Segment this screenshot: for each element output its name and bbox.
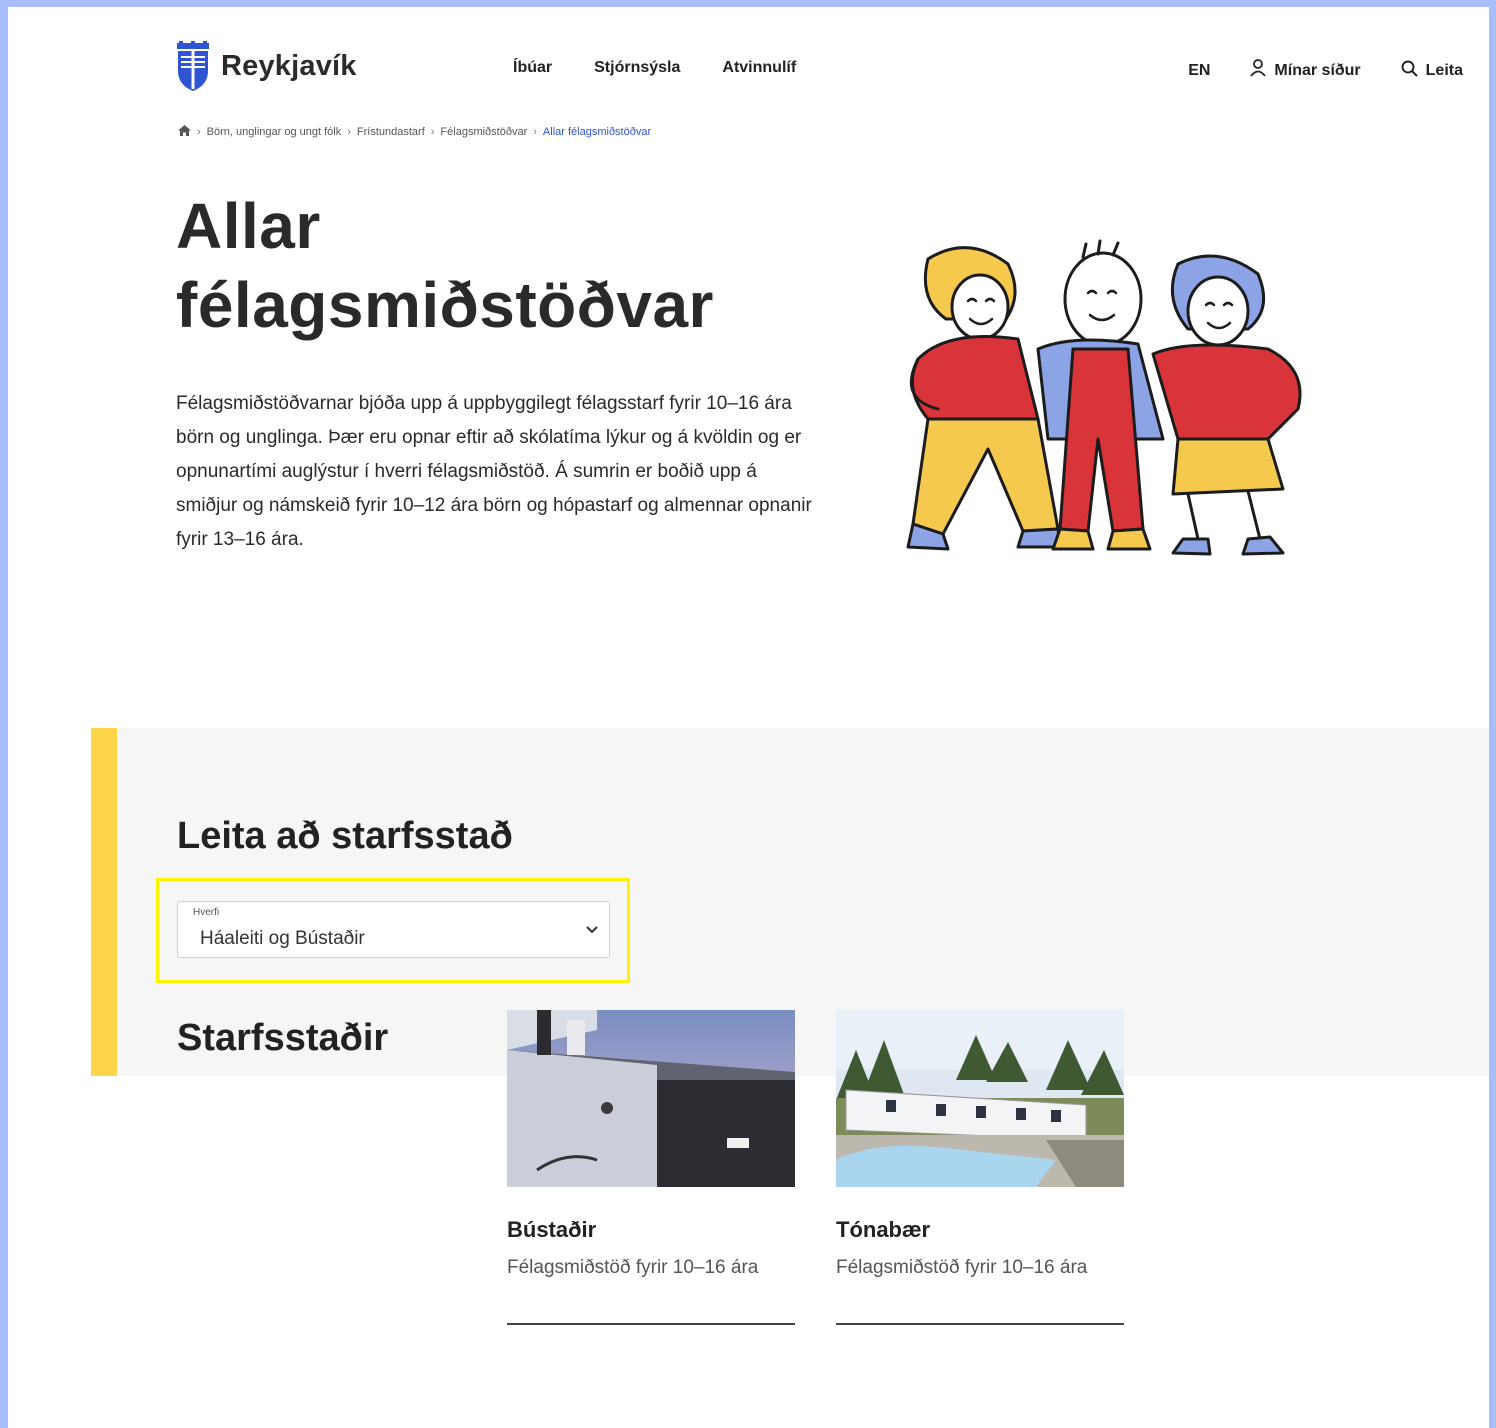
- intro-text: Félagsmiðstöðvarnar bjóða upp á uppbyggi…: [176, 393, 812, 550]
- site-logo[interactable]: Reykjavík: [175, 41, 357, 91]
- my-pages-label: Mínar síður: [1274, 61, 1361, 79]
- search-link[interactable]: Leita: [1401, 60, 1463, 82]
- breadcrumb-separator: ›: [347, 126, 351, 138]
- district-select-value: Háaleiti og Bústaðir: [200, 928, 365, 949]
- workplace-photo-tonabaer: [836, 1010, 1124, 1187]
- breadcrumb-separator: ›: [430, 126, 435, 138]
- nav-item-stjornsysla[interactable]: Stjórnsýsla: [594, 59, 680, 77]
- user-icon: [1250, 59, 1267, 82]
- card-divider: [507, 1323, 795, 1325]
- search-label: Leita: [1425, 61, 1463, 79]
- nav-item-ibuar[interactable]: Íbúar: [513, 59, 552, 77]
- workplace-desc: Félagsmiðstöð fyrir 10–16 ára: [836, 1257, 1088, 1278]
- language-toggle[interactable]: EN: [1188, 62, 1210, 80]
- utility-nav: EN Mínar síður Leita: [1188, 59, 1463, 82]
- workplaces-heading: Starfsstaðir: [177, 1017, 389, 1059]
- district-select-label: Hverfi: [193, 907, 220, 918]
- page: Reykjavík Íbúar Stjórnsýsla Atvinnulíf E…: [8, 7, 1489, 1428]
- nav-item-atvinnulif[interactable]: Atvinnulíf: [722, 59, 796, 77]
- workplace-desc: Félagsmiðstöð fyrir 10–16 ára: [507, 1257, 759, 1278]
- language-label: EN: [1188, 61, 1211, 79]
- workplace-name: Tónabær: [836, 1217, 931, 1242]
- breadcrumb-item[interactable]: Börn, unglingar og ungt fólk: [207, 126, 342, 138]
- breadcrumb-current: Allar félagsmiðstöðvar: [542, 126, 652, 138]
- search-heading: Leita að starfsstað: [177, 815, 513, 857]
- page-title: Allar félagsmiðstöðvar: [176, 190, 714, 341]
- my-pages-link[interactable]: Mínar síður: [1250, 59, 1361, 82]
- reykjavik-crest-icon: [175, 41, 211, 91]
- search-icon: [1401, 60, 1418, 82]
- breadcrumb-separator: ›: [533, 126, 537, 138]
- workplace-name: Bústaðir: [507, 1217, 597, 1242]
- district-select[interactable]: Hverfi Háaleiti og Bústaðir: [177, 901, 610, 958]
- breadcrumb-item[interactable]: Félagsmiðstöðvar: [440, 126, 527, 138]
- workplace-photo-bustadir: [507, 1010, 795, 1187]
- accent-bar: [91, 728, 117, 1076]
- home-icon[interactable]: [178, 125, 191, 139]
- breadcrumb-separator: ›: [197, 126, 201, 138]
- breadcrumb-item[interactable]: Frístundastarf: [357, 126, 425, 138]
- breadcrumb: › Börn, unglingar og ungt fólk › Frístun…: [178, 125, 651, 139]
- workplace-card-tonabaer[interactable]: Tónabær Félagsmiðstöð fyrir 10–16 ára: [836, 1010, 1124, 1325]
- card-divider: [836, 1323, 1124, 1325]
- logo-text: Reykjavík: [221, 49, 357, 82]
- chevron-down-icon: [585, 922, 599, 940]
- workplace-card-bustadir[interactable]: Bústaðir Félagsmiðstöð fyrir 10–16 ára: [507, 1010, 795, 1325]
- main-nav: Íbúar Stjórnsýsla Atvinnulíf: [513, 59, 796, 77]
- children-illustration: [888, 239, 1338, 559]
